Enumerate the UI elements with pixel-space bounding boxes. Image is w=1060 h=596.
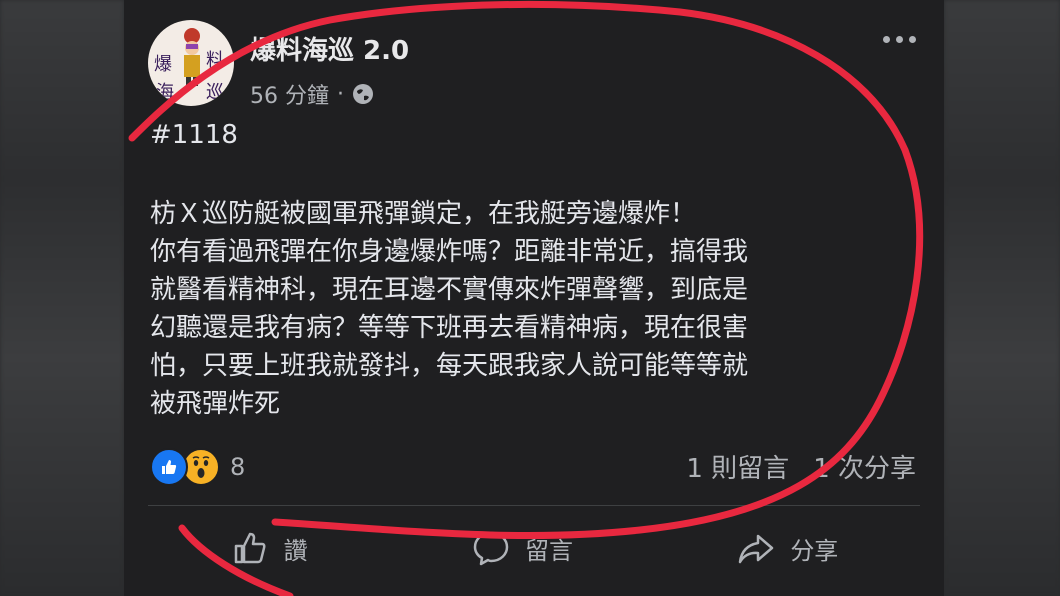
avatar-figure-icon (184, 28, 200, 86)
post-line: 就醫看精神科，現在耳邊不實傳來炸彈聲響，到底是 (150, 275, 749, 305)
more-options-icon[interactable] (883, 36, 916, 43)
like-button-label: 讚 (283, 536, 308, 565)
comment-button[interactable]: 留言 (471, 528, 573, 568)
avatar-char: 海 (156, 82, 174, 103)
post-meta: 56 分鐘 · (250, 78, 374, 110)
comment-button-label: 留言 (524, 536, 573, 565)
post-line: 被飛彈炸死 (150, 389, 281, 419)
blurred-background-right (944, 0, 1060, 596)
post-line: 怕，只要上班我就發抖，每天跟我家人說可能等等就 (150, 351, 749, 381)
page-name[interactable]: 爆料海巡 2.0 (250, 30, 409, 67)
share-count-link[interactable]: 1 次分享 (813, 448, 916, 485)
post-line: 你有看過飛彈在你身邊爆炸嗎？距離非常近，搞得我 (150, 237, 749, 267)
share-button[interactable]: 分享 (736, 528, 838, 568)
post-line: 幻聽還是我有病？等等下班再去看精神病，現在很害 (150, 313, 749, 343)
blurred-background-left (0, 0, 124, 596)
share-button-label: 分享 (790, 536, 839, 565)
post-line: 枋Ｘ巡防艇被國軍飛彈鎖定，在我艇旁邊爆炸！ (150, 199, 697, 229)
avatar-char: 巡 (206, 82, 224, 103)
post-time[interactable]: 56 分鐘 (250, 78, 329, 110)
post-body: 枋Ｘ巡防艇被國軍飛彈鎖定，在我艇旁邊爆炸！ 你有看過飛彈在你身邊爆炸嗎？距離非常… (150, 195, 910, 423)
reactions-summary[interactable]: 8 (150, 448, 245, 486)
action-divider (148, 505, 920, 506)
avatar-char: 料 (206, 50, 224, 71)
share-arrow-icon (739, 534, 774, 564)
meta-separator: · (337, 81, 344, 107)
post-hashtag[interactable]: #1118 (150, 120, 238, 150)
facebook-post-card: 爆 料 海 巡 爆料海巡 2.0 56 分鐘 · #1118 枋Ｘ巡防艇被國軍飛… (124, 0, 944, 596)
thumbs-up-icon (234, 532, 266, 564)
reaction-count: 8 (230, 453, 246, 481)
avatar[interactable]: 爆 料 海 巡 (148, 20, 234, 106)
like-icon (150, 448, 188, 486)
like-button[interactable]: 讚 (230, 528, 308, 568)
comment-bubble-icon (473, 531, 509, 566)
engagement-stats: 1 則留言 1 次分享 (686, 448, 916, 485)
globe-icon (353, 84, 373, 104)
avatar-char: 爆 (154, 54, 172, 75)
action-bar: 讚 留言 分享 (148, 520, 920, 576)
screenshot-stage: 爆 料 海 巡 爆料海巡 2.0 56 分鐘 · #1118 枋Ｘ巡防艇被國軍飛… (0, 0, 1060, 596)
comment-count-link[interactable]: 1 則留言 (686, 448, 789, 485)
